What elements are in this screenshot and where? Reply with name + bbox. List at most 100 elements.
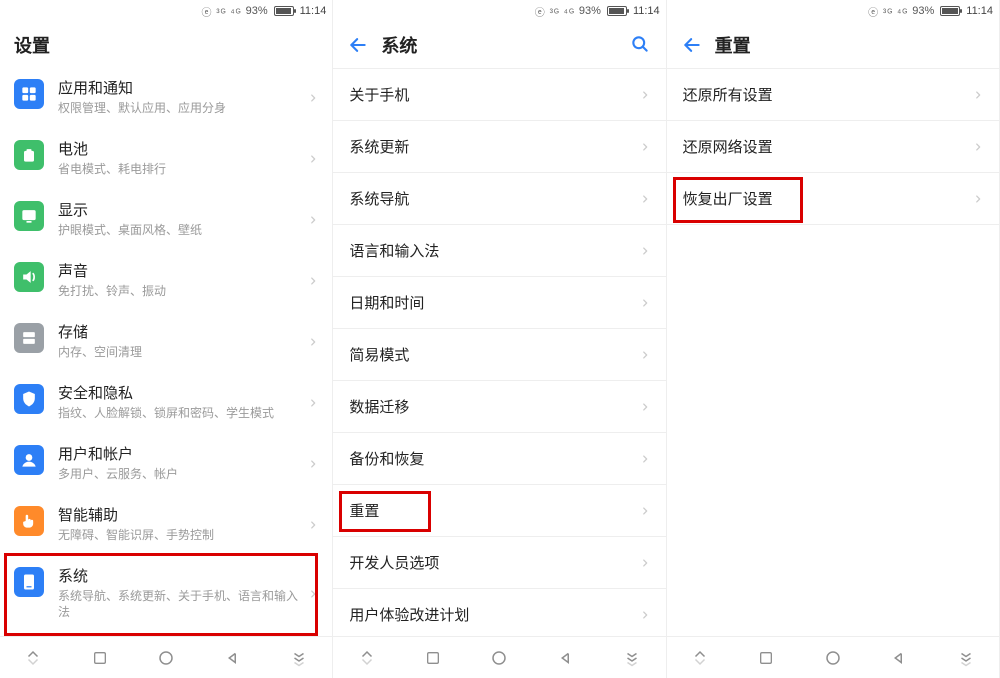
chevron-right-icon	[308, 274, 318, 288]
system-list[interactable]: 关于手机系统更新系统导航语言和输入法日期和时间简易模式数据迁移备份和恢复重置开发…	[333, 69, 665, 636]
chevron-right-icon	[640, 504, 650, 518]
chevron-right-icon	[973, 140, 983, 154]
chevron-right-icon	[308, 335, 318, 349]
list-item[interactable]: 数据迁移	[333, 381, 665, 433]
list-item-title: 智能辅助	[58, 506, 302, 526]
chevron-right-icon	[640, 452, 650, 466]
list-item-title: 显示	[58, 201, 302, 221]
nav-dropdown-icon[interactable]	[279, 649, 319, 667]
page-title: 系统	[381, 32, 629, 58]
list-item[interactable]: 备份和恢复	[333, 433, 665, 485]
back-button[interactable]	[347, 34, 369, 56]
nav-back-icon[interactable]	[546, 649, 586, 667]
list-item-title: 电池	[58, 140, 302, 160]
list-item[interactable]: 用户体验改进计划	[333, 589, 665, 636]
list-item-title: 应用和通知	[58, 79, 302, 99]
settings-item[interactable]: 声音免打扰、铃声、振动	[0, 250, 332, 311]
list-item[interactable]: 简易模式	[333, 329, 665, 380]
battery-text: 93%	[246, 5, 268, 17]
settings-item[interactable]: 系统系统导航、系统更新、关于手机、语言和输入法	[0, 555, 332, 632]
back-button[interactable]	[681, 34, 703, 56]
list-item-label: 简易模式	[349, 344, 409, 365]
clock: 11:14	[966, 5, 993, 17]
list-item[interactable]: 恢复出厂设置	[667, 173, 999, 225]
list-item[interactable]: 还原网络设置	[667, 121, 999, 173]
list-item[interactable]: 日期和时间	[333, 277, 665, 328]
nav-bar	[0, 636, 332, 678]
settings-item[interactable]: 智能辅助无障碍、智能识屏、手势控制	[0, 494, 332, 555]
nav-recent-icon[interactable]	[746, 650, 786, 666]
nav-recent-icon[interactable]	[413, 650, 453, 666]
chevron-right-icon	[640, 192, 650, 206]
nav-dropdown-icon[interactable]	[946, 649, 986, 667]
list-item[interactable]: 重置	[333, 485, 665, 536]
nav-dropdown-icon[interactable]	[612, 649, 652, 667]
header: 系统	[333, 22, 665, 69]
list-item-subtitle: 免打扰、铃声、振动	[58, 283, 302, 299]
list-item-label: 还原网络设置	[683, 136, 773, 157]
header: 设置	[0, 22, 332, 68]
nav-voice-icon[interactable]	[13, 649, 53, 667]
list-item-label: 系统导航	[349, 188, 409, 209]
system-icon	[14, 567, 44, 597]
list-item-label: 关于手机	[349, 84, 409, 105]
status-icons: ⓔ ³ᴳ ⁴ᴳ	[201, 4, 241, 19]
search-icon[interactable]	[630, 34, 652, 56]
settings-item[interactable]: 显示护眼模式、桌面风格、壁纸	[0, 189, 332, 250]
battery-text: 93%	[912, 5, 934, 17]
list-item-label: 备份和恢复	[349, 448, 424, 469]
clock: 11:14	[300, 5, 327, 17]
list-item[interactable]: 系统导航	[333, 173, 665, 224]
list-item[interactable]: 开发人员选项	[333, 537, 665, 589]
list-item[interactable]: 还原所有设置	[667, 69, 999, 121]
list-item-title: 系统	[58, 567, 302, 587]
list-item[interactable]: 系统更新	[333, 121, 665, 172]
user-icon	[14, 445, 44, 475]
nav-voice-icon[interactable]	[347, 649, 387, 667]
nav-home-icon[interactable]	[813, 649, 853, 667]
list-item-subtitle: 指纹、人脸解锁、锁屏和密码、学生模式	[58, 405, 302, 421]
list-item-subtitle: 多用户、云服务、帐户	[58, 466, 302, 482]
list-item[interactable]: 关于手机	[333, 69, 665, 121]
chevron-right-icon	[640, 348, 650, 362]
chevron-right-icon	[308, 91, 318, 105]
reset-list[interactable]: 还原所有设置还原网络设置恢复出厂设置	[667, 69, 999, 636]
settings-item[interactable]: 安全和隐私指纹、人脸解锁、锁屏和密码、学生模式	[0, 372, 332, 433]
chevron-right-icon	[640, 400, 650, 414]
display-icon	[14, 201, 44, 231]
shield-icon	[14, 384, 44, 414]
list-item-label: 重置	[349, 500, 379, 521]
battery-icon	[274, 6, 294, 16]
list-item-subtitle: 内存、空间清理	[58, 344, 302, 360]
battery-icon	[14, 140, 44, 170]
nav-back-icon[interactable]	[879, 649, 919, 667]
status-bar: ⓔ ³ᴳ ⁴ᴳ 93% 11:14	[333, 0, 665, 22]
list-item[interactable]: 语言和输入法	[333, 225, 665, 277]
nav-back-icon[interactable]	[213, 649, 253, 667]
sound-icon	[14, 262, 44, 292]
chevron-right-icon	[640, 556, 650, 570]
nav-home-icon[interactable]	[146, 649, 186, 667]
nav-recent-icon[interactable]	[80, 650, 120, 666]
page-title: 重置	[715, 32, 985, 58]
nav-home-icon[interactable]	[479, 649, 519, 667]
list-item-label: 日期和时间	[349, 292, 424, 313]
chevron-right-icon	[308, 587, 318, 601]
screen-system: ⓔ ³ᴳ ⁴ᴳ 93% 11:14 系统 关于手机系统更新系统导航语言和输入法日…	[333, 0, 666, 678]
settings-item[interactable]: 存储内存、空间清理	[0, 311, 332, 372]
battery-icon	[940, 6, 960, 16]
settings-item[interactable]: 用户和帐户多用户、云服务、帐户	[0, 433, 332, 494]
settings-item[interactable]: 应用和通知权限管理、默认应用、应用分身	[0, 68, 332, 128]
list-item-label: 开发人员选项	[349, 552, 439, 573]
nav-voice-icon[interactable]	[680, 649, 720, 667]
list-item-subtitle: 系统导航、系统更新、关于手机、语言和输入法	[58, 588, 302, 620]
list-item-label: 恢复出厂设置	[683, 188, 773, 209]
chevron-right-icon	[308, 213, 318, 227]
status-icons: ⓔ ³ᴳ ⁴ᴳ	[535, 4, 575, 19]
list-item-subtitle: 护眼模式、桌面风格、壁纸	[58, 222, 302, 238]
list-item-subtitle: 无障碍、智能识屏、手势控制	[58, 527, 302, 543]
list-item-label: 用户体验改进计划	[349, 604, 469, 625]
nav-bar	[333, 636, 665, 678]
settings-item[interactable]: 电池省电模式、耗电排行	[0, 128, 332, 189]
settings-list[interactable]: WLAN、双卡管理、移动网络设备连接蓝牙、NFC、打印应用和通知权限管理、默认应…	[0, 68, 332, 636]
